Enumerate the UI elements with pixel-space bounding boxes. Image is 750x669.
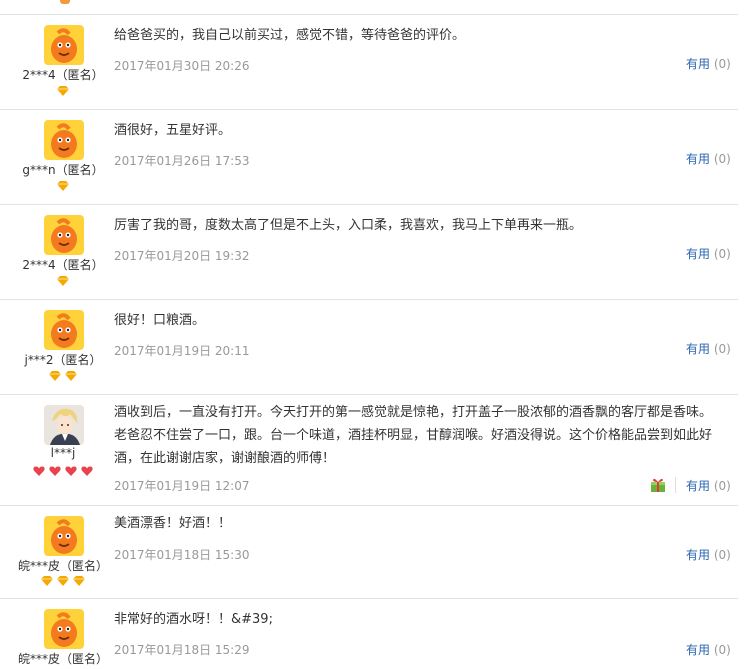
useful-label: 有用 [686, 643, 711, 657]
gold-diamond-icon [57, 181, 69, 191]
review-content: 厉害了我的哥，度数太高了但是不上头，入口柔，我喜欢，我马上下单再来一瓶。 [114, 218, 583, 233]
divider [675, 477, 676, 493]
avatar[interactable] [44, 215, 84, 255]
review-item: l***j 酒收到后，一直没有打开。今天打开的第一感觉就是惊艳，打开盖子一股浓郁… [0, 395, 738, 506]
useful-label: 有用 [686, 479, 711, 493]
review-item: j***2（匿名） 很好！口粮酒。 2017年01月19日 20:11 有用 (… [0, 300, 738, 395]
gold-diamond-icon [41, 576, 54, 586]
review-date: 2017年01月26日 17:53 [114, 154, 250, 168]
useful-label: 有用 [686, 247, 711, 261]
useful-count: (0) [713, 342, 731, 356]
username: g***n（匿名） [22, 163, 104, 177]
gold-diamond-icon [57, 276, 69, 286]
useful-count: (0) [713, 643, 731, 657]
review-date: 2017年01月19日 12:07 [114, 479, 250, 493]
useful-label: 有用 [686, 548, 711, 562]
review-date: 2017年01月18日 15:29 [114, 643, 250, 657]
user-level [0, 86, 126, 98]
review-item: g***n（匿名） 酒很好，五星好评。 2017年01月26日 17:53 有用… [0, 110, 738, 205]
username: 皖***皮（匿名） [17, 559, 108, 573]
username: j***2（匿名） [24, 353, 102, 367]
user-level [0, 466, 126, 478]
review-content: 酒很好，五星好评。 [114, 123, 232, 138]
useful-count: (0) [713, 247, 731, 261]
user-level [0, 276, 126, 288]
useful-count: (0) [713, 479, 731, 493]
review-content: 美酒漂香！好酒！！ [114, 516, 232, 531]
review-content: 给爸爸买的，我自己以前买过，感觉不错，等待爸爸的评价。 [114, 28, 466, 43]
review-item: 2***4（匿名） 厉害了我的哥，度数太高了但是不上头，入口柔，我喜欢，我马上下… [0, 205, 738, 300]
useful-count: (0) [713, 152, 731, 166]
gold-diamond-icon [64, 371, 77, 381]
review-content: 酒收到后，一直没有打开。今天打开的第一感觉就是惊艳，打开盖子一股浓郁的酒香飘的客… [114, 405, 713, 466]
red-heart-icon [49, 466, 61, 476]
level-icon-partial [60, 0, 70, 4]
avatar[interactable] [44, 25, 84, 65]
gift-icon[interactable] [650, 477, 666, 493]
avatar[interactable] [44, 516, 84, 556]
review-date: 2017年01月19日 20:11 [114, 344, 250, 358]
username: 2***4（匿名） [22, 258, 104, 272]
review-item: 皖***皮（匿名） 非常好的酒水呀！！&#39; 2017年01月18日 15:… [0, 599, 738, 669]
review-item: 皖***皮（匿名） 美酒漂香！好酒！！ 2017年01月18日 15:30 有用… [0, 506, 738, 599]
user-level [0, 181, 126, 193]
red-heart-icon [81, 466, 93, 476]
useful-button[interactable]: 有用 (0) [686, 245, 731, 262]
red-heart-icon [33, 466, 45, 476]
review-item: 2***4（匿名） 给爸爸买的，我自己以前买过，感觉不错，等待爸爸的评价。 20… [0, 15, 738, 110]
useful-button[interactable]: 有用 (0) [686, 150, 731, 167]
review-date: 2017年01月20日 19:32 [114, 249, 250, 263]
avatar[interactable] [44, 405, 84, 445]
gold-diamond-icon [57, 576, 69, 586]
review-date: 2017年01月30日 20:26 [114, 59, 250, 73]
useful-label: 有用 [686, 342, 711, 356]
user-level [0, 371, 126, 383]
user-level [0, 576, 126, 588]
avatar[interactable] [44, 120, 84, 160]
username: 2***4（匿名） [22, 68, 104, 82]
review-content: 很好！口粮酒。 [114, 313, 206, 328]
red-heart-icon [65, 466, 77, 476]
useful-button[interactable]: 有用 (0) [686, 641, 731, 658]
gold-diamond-icon [49, 371, 62, 381]
username: l***j [50, 446, 76, 460]
useful-button[interactable]: 有用 (0) [686, 340, 731, 357]
useful-count: (0) [713, 57, 731, 71]
review-content: 非常好的酒水呀！！&#39; [114, 612, 273, 627]
avatar[interactable] [44, 310, 84, 350]
gold-diamond-icon [72, 576, 85, 586]
avatar[interactable] [44, 609, 84, 649]
useful-button[interactable]: 有用 (0) [686, 546, 731, 563]
useful-button[interactable]: 有用 (0) [686, 477, 731, 494]
gold-diamond-icon [57, 86, 69, 96]
username: 皖***皮（匿名） [17, 652, 108, 666]
useful-label: 有用 [686, 152, 711, 166]
useful-count: (0) [713, 548, 731, 562]
useful-button[interactable]: 有用 (0) [686, 55, 731, 72]
review-date: 2017年01月18日 15:30 [114, 548, 250, 562]
useful-label: 有用 [686, 57, 711, 71]
